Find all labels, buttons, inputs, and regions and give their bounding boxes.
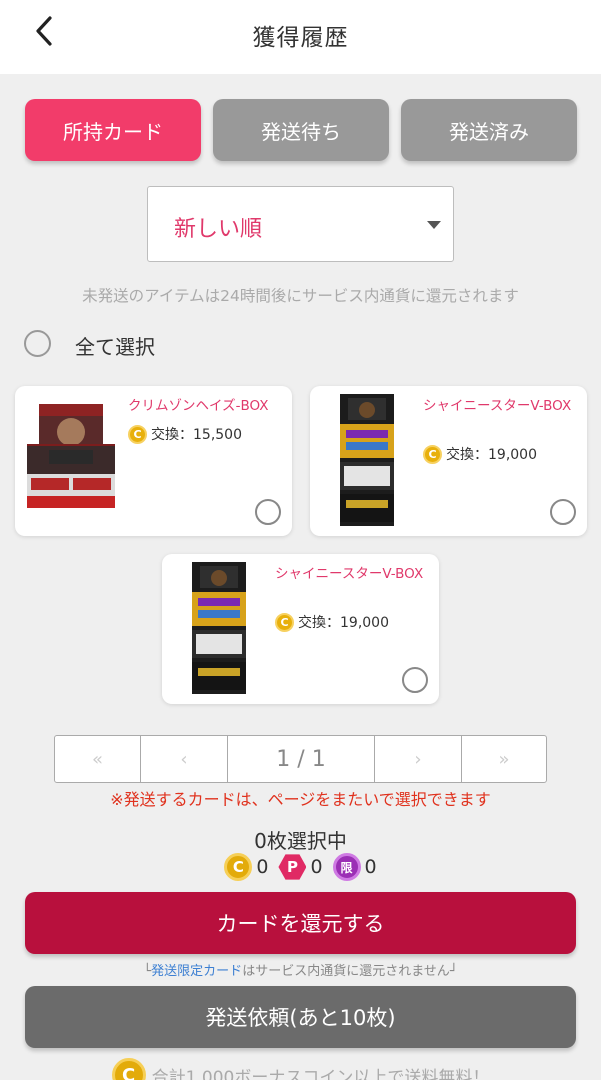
product-image [340,394,394,526]
card-name: クリムゾンヘイズ-BOX [128,398,269,414]
pager-last-button[interactable]: » [462,736,546,782]
free-shipping-note: C 合計1,000ボーナスコイン以上で送料無料！ [0,1058,601,1080]
card-select-radio[interactable] [402,667,428,693]
limited-total: 0 [364,856,377,878]
pager-current-page: 1 / 1 [228,736,375,782]
header: 獲得履歴 [0,0,601,74]
tab-shipped[interactable]: 発送済み [401,99,577,161]
tab-awaiting-shipment[interactable]: 発送待ち [213,99,389,161]
card-price-text: 交換：19,000 [446,447,537,463]
select-all-label[interactable]: 全て選択 [75,331,155,360]
coin-icon: C [423,444,442,464]
coin-icon: C [128,424,147,444]
card-select-radio[interactable] [255,499,281,525]
page-title: 獲得履歴 [252,25,349,51]
free-shipping-text: 合計1,000ボーナスコイン以上で送料無料！ [151,1067,490,1080]
card-price-text: 交換：19,000 [298,615,389,631]
card-price: C 交換：19,000 [423,444,537,464]
request-shipping-button[interactable]: 発送依頼(あと10枚) [25,986,576,1048]
caret-down-icon [427,221,441,229]
selected-count: 0枚選択中 [254,829,347,853]
product-image [192,562,246,694]
limited-currency-icon: 限 [332,853,361,881]
product-image [27,404,115,508]
sort-selected-value: 新しい順 [174,217,263,242]
pagination: « ‹ 1 / 1 › » [54,735,547,783]
card-select-radio[interactable] [550,499,576,525]
pager-next-button[interactable]: › [375,736,462,782]
coin-total: 0 [256,856,269,878]
note-bracket-left: └ [143,964,152,979]
currency-summary: C 0 P 0 限 0 [0,853,601,881]
point-icon: P [278,854,307,880]
pager-prev-button[interactable]: ‹ [141,736,228,782]
shipping-limited-link: 発送限定カード [151,964,243,979]
card-name: シャイニースターV-BOX [275,566,424,582]
point-total: 0 [310,856,323,878]
card-price: C 交換：19,000 [275,612,389,632]
coin-icon: C [224,853,253,881]
card-item[interactable]: クリムゾンヘイズ-BOX C 交換：15,500 [15,386,292,536]
coin-icon: C [275,612,294,632]
pager-first-button[interactable]: « [55,736,141,782]
card-item[interactable]: シャイニースターV-BOX C 交換：19,000 [310,386,587,536]
note-bracket-right: ┘ [449,964,458,979]
card-price: C 交換：15,500 [128,424,242,444]
tab-owned-cards[interactable]: 所持カード [25,99,201,161]
coin-icon: C [111,1058,146,1080]
card-item[interactable]: シャイニースターV-BOX C 交換：19,000 [162,554,439,704]
select-all-radio[interactable] [24,330,51,357]
note-text: はサービス内通貨に還元されません [242,964,450,979]
card-name: シャイニースターV-BOX [423,398,572,414]
shipping-limited-note: └発送限定カードはサービス内通貨に還元されません┘ [0,960,601,979]
expiry-notice: 未発送のアイテムは24時間後にサービス内通貨に還元されます [82,287,519,305]
return-cards-button[interactable]: カードを還元する [25,892,576,954]
page-selection-note: ※発送するカードは、ページをまたいで選択できます [110,790,491,809]
sort-dropdown[interactable]: 新しい順 [147,186,454,262]
card-price-text: 交換：15,500 [151,427,242,443]
